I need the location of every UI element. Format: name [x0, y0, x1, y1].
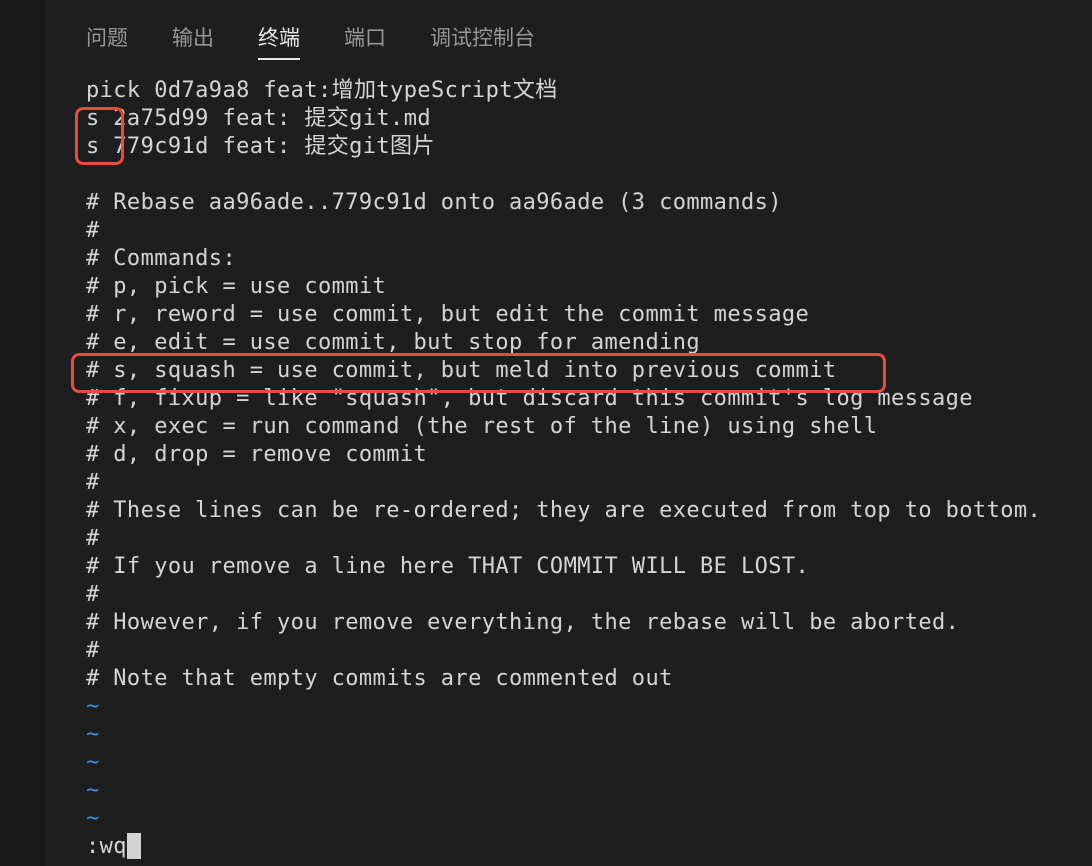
tab-problems[interactable]: 问题 — [86, 0, 128, 50]
terminal-line: # — [86, 638, 100, 663]
tab-ports[interactable]: 端口 — [344, 0, 386, 50]
terminal-line: # — [86, 526, 100, 551]
empty-line-tilde: ~ — [86, 806, 100, 831]
terminal-line: # — [86, 218, 100, 243]
tab-terminal[interactable]: 终端 — [258, 0, 300, 60]
terminal-line: # Rebase aa96ade..779c91d onto aa96ade (… — [86, 190, 782, 215]
tab-output[interactable]: 输出 — [172, 0, 214, 50]
terminal-line: # p, pick = use commit — [86, 274, 387, 299]
empty-line-tilde: ~ — [86, 778, 100, 803]
left-gutter — [0, 0, 45, 866]
terminal-line: # These lines can be re-ordered; they ar… — [86, 498, 1042, 523]
terminal-line: pick 0d7a9a8 feat:增加typeScript文档 — [86, 78, 558, 103]
terminal-line: # — [86, 582, 100, 607]
tab-debug-console[interactable]: 调试控制台 — [430, 0, 535, 50]
panel-tabs: 问题 输出 终端 端口 调试控制台 — [86, 0, 579, 60]
terminal-line: # — [86, 470, 100, 495]
terminal-editor[interactable]: pick 0d7a9a8 feat:增加typeScript文档 s 2a75d… — [86, 77, 1092, 866]
terminal-line: # d, drop = remove commit — [86, 442, 428, 467]
terminal-line: # However, if you remove everything, the… — [86, 610, 960, 635]
terminal-line: s 779c91d feat: 提交git图片 — [86, 134, 435, 159]
empty-line-tilde: ~ — [86, 722, 100, 747]
terminal-line: # f, fixup = like "squash", but discard … — [86, 386, 973, 411]
command-text: :wq — [86, 834, 127, 859]
terminal-line: s 2a75d99 feat: 提交git.md — [86, 106, 431, 131]
terminal-line: # s, squash = use commit, but meld into … — [86, 358, 837, 383]
terminal-line: # r, reword = use commit, but edit the c… — [86, 302, 810, 327]
terminal-line: # e, edit = use commit, but stop for ame… — [86, 330, 701, 355]
empty-line-tilde: ~ — [86, 694, 100, 719]
terminal-line: # If you remove a line here THAT COMMIT … — [86, 554, 810, 579]
text-cursor — [126, 833, 141, 859]
vim-command-line[interactable]: :wq — [86, 833, 1092, 861]
terminal-line: # Note that empty commits are commented … — [86, 666, 673, 691]
empty-line-tilde: ~ — [86, 750, 100, 775]
terminal-line: # Commands: — [86, 246, 237, 271]
terminal-line: # x, exec = run command (the rest of the… — [86, 414, 878, 439]
